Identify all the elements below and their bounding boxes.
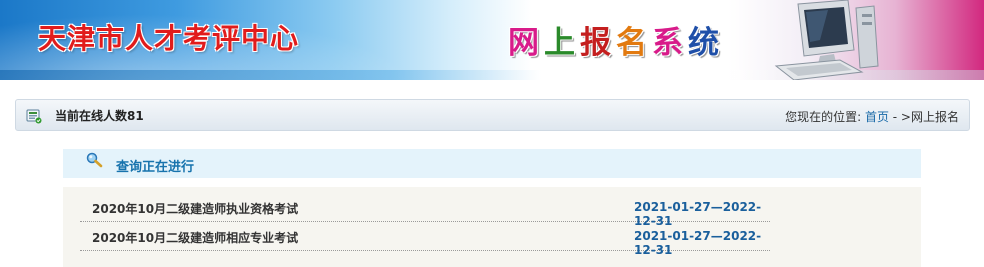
system-title: 网上报名系统 (508, 17, 724, 62)
breadcrumb-separator: - > (888, 110, 911, 124)
exam-date-range: 2021-01-27—2022-12-31 (634, 229, 762, 257)
system-title-char: 系 (652, 25, 688, 61)
exam-row[interactable]: 2020年10月二级建造师相应专业考试 2021-01-27—2022-12-3… (80, 222, 770, 257)
breadcrumb-prefix: 您现在的位置: (785, 110, 865, 124)
system-title-char: 统 (688, 25, 724, 61)
magnifier-icon (86, 152, 103, 168)
online-users-icon (26, 109, 42, 124)
exam-name-link[interactable]: 2020年10月二级建造师执业资格考试 (92, 200, 298, 217)
query-section-header: 查询正在进行 (63, 149, 921, 178)
online-count: 当前在线人数81 (55, 109, 144, 123)
exam-list: 2020年10月二级建造师执业资格考试 2021-01-27—2022-12-3… (63, 187, 921, 267)
exam-row[interactable]: 2020年10月二级建造师执业资格考试 2021-01-27—2022-12-3… (80, 193, 770, 228)
breadcrumb-current: 网上报名 (910, 110, 959, 124)
site-title: 天津市人才考评中心 (38, 22, 300, 55)
system-title-char: 报 (580, 25, 616, 61)
breadcrumb-home-link[interactable]: 首页 (865, 110, 889, 124)
breadcrumb: 您现在的位置: 首页 - >网上报名 (785, 108, 959, 125)
query-section-title: 查询正在进行 (116, 160, 195, 175)
header-banner: 天津市人才考评中心 网上报名系统 (0, 0, 984, 80)
exam-name-link[interactable]: 2020年10月二级建造师相应专业考试 (92, 229, 298, 246)
system-title-char: 上 (544, 25, 580, 61)
location-bar: 当前在线人数81 您现在的位置: 首页 - >网上报名 (15, 99, 970, 131)
computer-illustration-icon (774, 0, 879, 80)
system-title-char: 网 (508, 25, 544, 61)
system-title-char: 名 (616, 25, 652, 61)
